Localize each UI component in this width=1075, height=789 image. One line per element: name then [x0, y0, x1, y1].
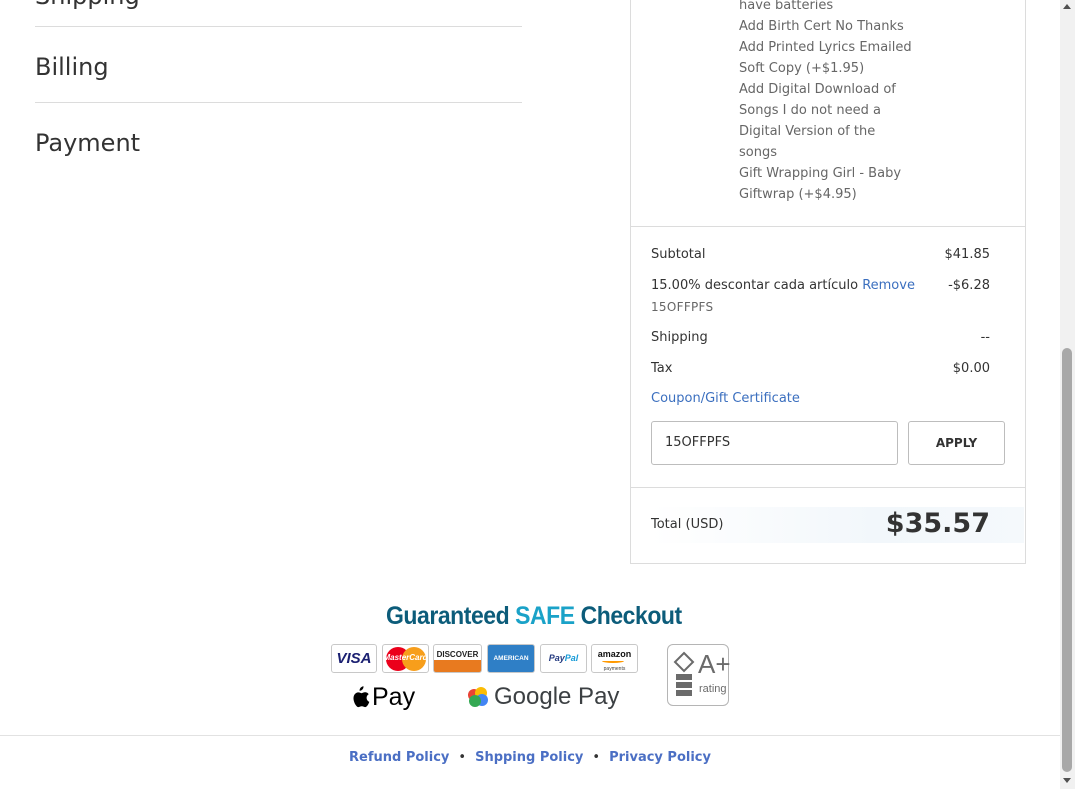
guaranteed-safe-checkout-title: Guaranteed SAFE Checkout [386, 602, 682, 631]
checkout-page: Shipping Billing Payment have batteries … [0, 0, 1060, 789]
mastercard-label: MasterCard [383, 653, 428, 662]
apple-logo-icon [353, 686, 370, 708]
item-option: Digital Version of the [739, 124, 876, 139]
footer-divider [0, 735, 1060, 736]
visa-icon: VISA [331, 644, 377, 673]
footer-separator: • [592, 750, 601, 765]
step-divider [35, 102, 522, 103]
total-value: $35.57 [885, 508, 990, 539]
tax-label: Tax [651, 361, 673, 376]
paypal-label-b: Pal [564, 653, 579, 663]
item-options-list: have batteries Add Birth Cert No Thanks … [739, 0, 929, 205]
item-option: songs [739, 145, 777, 160]
step-divider [35, 26, 522, 27]
item-option: Add Digital Download of [739, 82, 896, 97]
discount-value: -$6.28 [948, 278, 990, 293]
safe-title-accent: SAFE [515, 602, 575, 630]
safe-title-part2: Checkout [574, 602, 683, 630]
item-option: Add Birth Cert No Thanks [739, 19, 904, 34]
item-option: Add Printed Lyrics Emailed [739, 40, 912, 55]
discount-label: 15.00% descontar cada artículo [651, 278, 859, 293]
vertical-scrollbar[interactable] [1060, 0, 1075, 789]
bbb-grade: A+ [698, 649, 731, 679]
privacy-policy-link[interactable]: Privacy Policy [609, 750, 711, 765]
apple-pay-icon: Pay [350, 681, 415, 713]
apple-pay-label: Pay [372, 682, 416, 711]
scroll-down-arrow-icon[interactable] [1063, 778, 1071, 783]
item-option: have batteries [739, 0, 834, 13]
bbb-torch-icon [673, 651, 695, 696]
amazon-payments-icon: amazon payments [591, 644, 638, 673]
refund-policy-link[interactable]: Refund Policy [349, 750, 449, 765]
item-option: Gift Wrapping Girl - Baby [739, 166, 902, 181]
paypal-icon: PayPal [540, 644, 587, 673]
google-pay-label: Google Pay [494, 683, 620, 710]
tax-value: $0.00 [952, 361, 990, 376]
safe-title-part1: Guaranteed [386, 602, 516, 630]
shipping-policy-link[interactable]: Shpping Policy [475, 750, 583, 765]
shipping-label: Shipping [651, 330, 708, 345]
subtotal-label: Subtotal [651, 247, 706, 262]
total-label: Total (USD) [651, 517, 724, 532]
apply-coupon-button[interactable]: APPLY [908, 421, 1005, 465]
amazon-sub-label: payments [603, 666, 626, 672]
summary-divider [631, 226, 1025, 227]
shipping-value: -- [980, 330, 990, 345]
item-option: Songs I do not need a [739, 103, 881, 118]
item-option: Soft Copy (+$1.95) [739, 61, 865, 76]
amazon-label: amazon [597, 649, 632, 659]
footer-policy-links: Refund Policy • Shpping Policy • Privacy Pol… [0, 750, 1060, 765]
mastercard-icon: MasterCard [382, 644, 429, 673]
discount-row: 15.00% descontar cada artículo Remove [651, 278, 915, 293]
item-option: Giftwrap (+$4.95) [739, 187, 857, 202]
footer-separator: • [458, 750, 467, 765]
bbb-rating-badge[interactable]: A+ rating [667, 644, 731, 706]
google-pay-logo-icon [468, 687, 488, 707]
discover-icon: DISCOVER [433, 644, 482, 673]
step-billing-heading[interactable]: Billing [35, 53, 522, 81]
bbb-rating-label: rating [699, 683, 727, 695]
amex-icon: AMERICAN EXPRESS [487, 644, 535, 673]
step-payment-heading[interactable]: Payment [35, 129, 522, 157]
scrollbar-thumb[interactable] [1062, 348, 1072, 772]
google-pay-icon: Google Pay [466, 681, 619, 713]
scroll-up-arrow-icon[interactable] [1063, 4, 1071, 9]
discount-code: 15OFFPFS [651, 300, 714, 314]
coupon-gift-certificate-link[interactable]: Coupon/Gift Certificate [651, 391, 800, 406]
remove-discount-link[interactable]: Remove [862, 278, 915, 293]
subtotal-value: $41.85 [944, 247, 991, 262]
step-shipping-heading[interactable]: Shipping [35, 0, 522, 10]
summary-divider [631, 487, 1025, 488]
coupon-code-input[interactable]: 15OFFPFS [651, 421, 898, 465]
paypal-label-a: Pay [548, 653, 565, 663]
